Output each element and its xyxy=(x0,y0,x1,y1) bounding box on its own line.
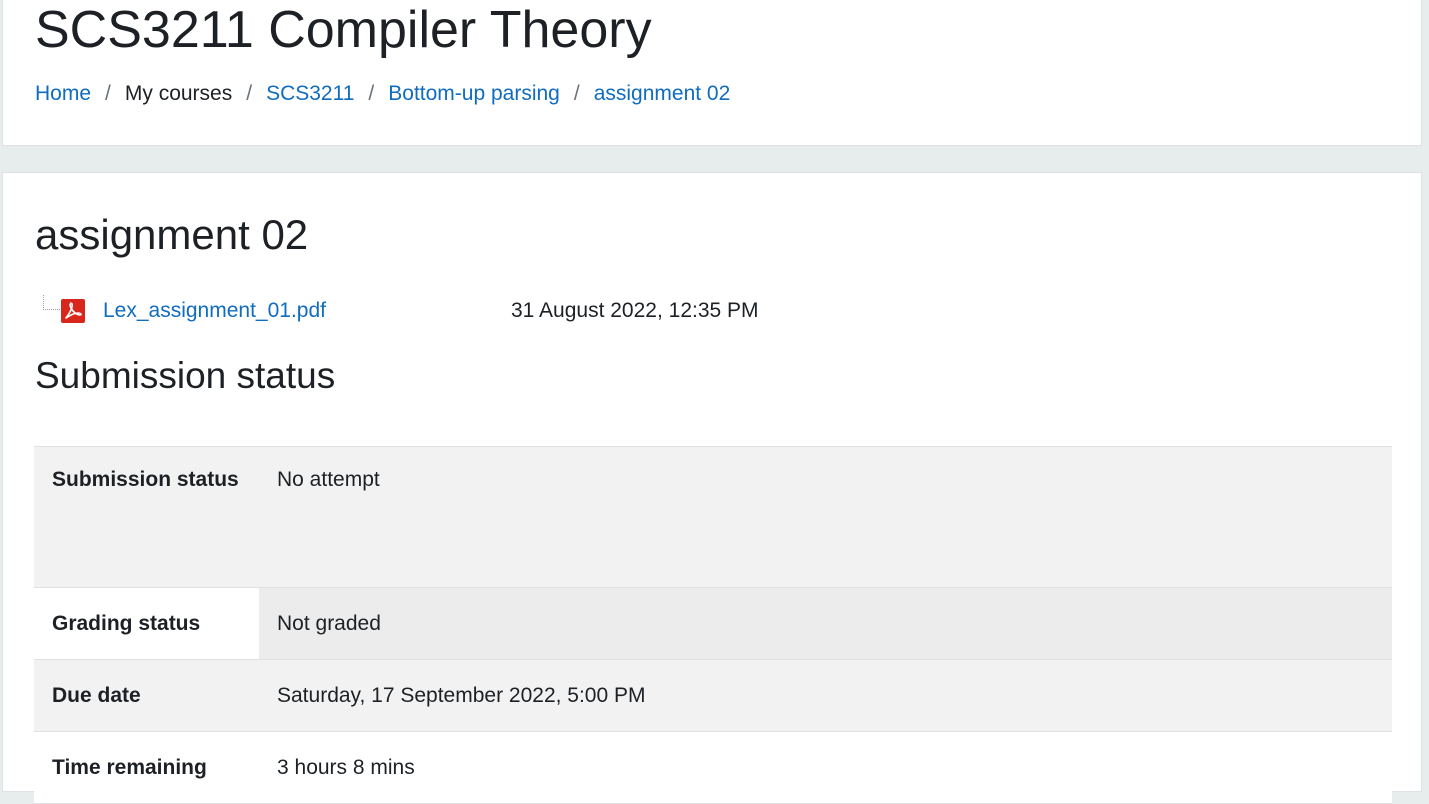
attachment-link[interactable]: Lex_assignment_01.pdf xyxy=(103,297,326,325)
table-row: Submission status No attempt xyxy=(34,446,1392,588)
breadcrumb-separator: / xyxy=(105,82,111,105)
attachment-date: 31 August 2022, 12:35 PM xyxy=(511,299,759,322)
row-value: 3 hours 8 mins xyxy=(259,731,1392,804)
row-label: Grading status xyxy=(34,587,259,660)
row-label: Submission status xyxy=(34,446,259,588)
breadcrumb-separator: / xyxy=(368,82,375,105)
breadcrumb-my-courses: My courses xyxy=(124,82,233,105)
table-row: Due date Saturday, 17 September 2022, 5:… xyxy=(34,659,1392,732)
table-row: Time remaining 3 hours 8 mins xyxy=(34,731,1392,804)
pdf-icon[interactable] xyxy=(61,299,85,323)
breadcrumb-separator: / xyxy=(573,82,580,105)
page-header: SCS3211 Compiler Theory Home / My course… xyxy=(2,0,1422,146)
course-title: SCS3211 Compiler Theory xyxy=(35,1,652,59)
breadcrumb-separator: / xyxy=(246,82,253,105)
breadcrumb-section[interactable]: Bottom-up parsing xyxy=(388,80,560,108)
row-value: No attempt xyxy=(259,446,1392,588)
submission-status-table: Submission status No attempt Grading sta… xyxy=(34,446,1392,804)
table-row: Grading status Not graded xyxy=(34,587,1392,660)
row-label: Due date xyxy=(34,659,259,732)
page-title: assignment 02 xyxy=(35,211,309,258)
breadcrumb: Home / My courses / SCS3211 / Bottom-up … xyxy=(35,80,730,108)
breadcrumb-assignment[interactable]: assignment 02 xyxy=(594,80,731,108)
main-content: assignment 02 Lex_assignment_01.pdf 31 A… xyxy=(2,172,1422,804)
row-label: Time remaining xyxy=(34,731,259,804)
tree-connector xyxy=(43,295,60,310)
row-value: Saturday, 17 September 2022, 5:00 PM xyxy=(259,659,1392,732)
attachment-row: Lex_assignment_01.pdf 31 August 2022, 12… xyxy=(41,291,841,331)
breadcrumb-course[interactable]: SCS3211 xyxy=(266,80,354,108)
row-value: Not graded xyxy=(259,587,1392,660)
submission-status-heading: Submission status xyxy=(35,355,336,396)
breadcrumb-home[interactable]: Home xyxy=(35,80,91,108)
